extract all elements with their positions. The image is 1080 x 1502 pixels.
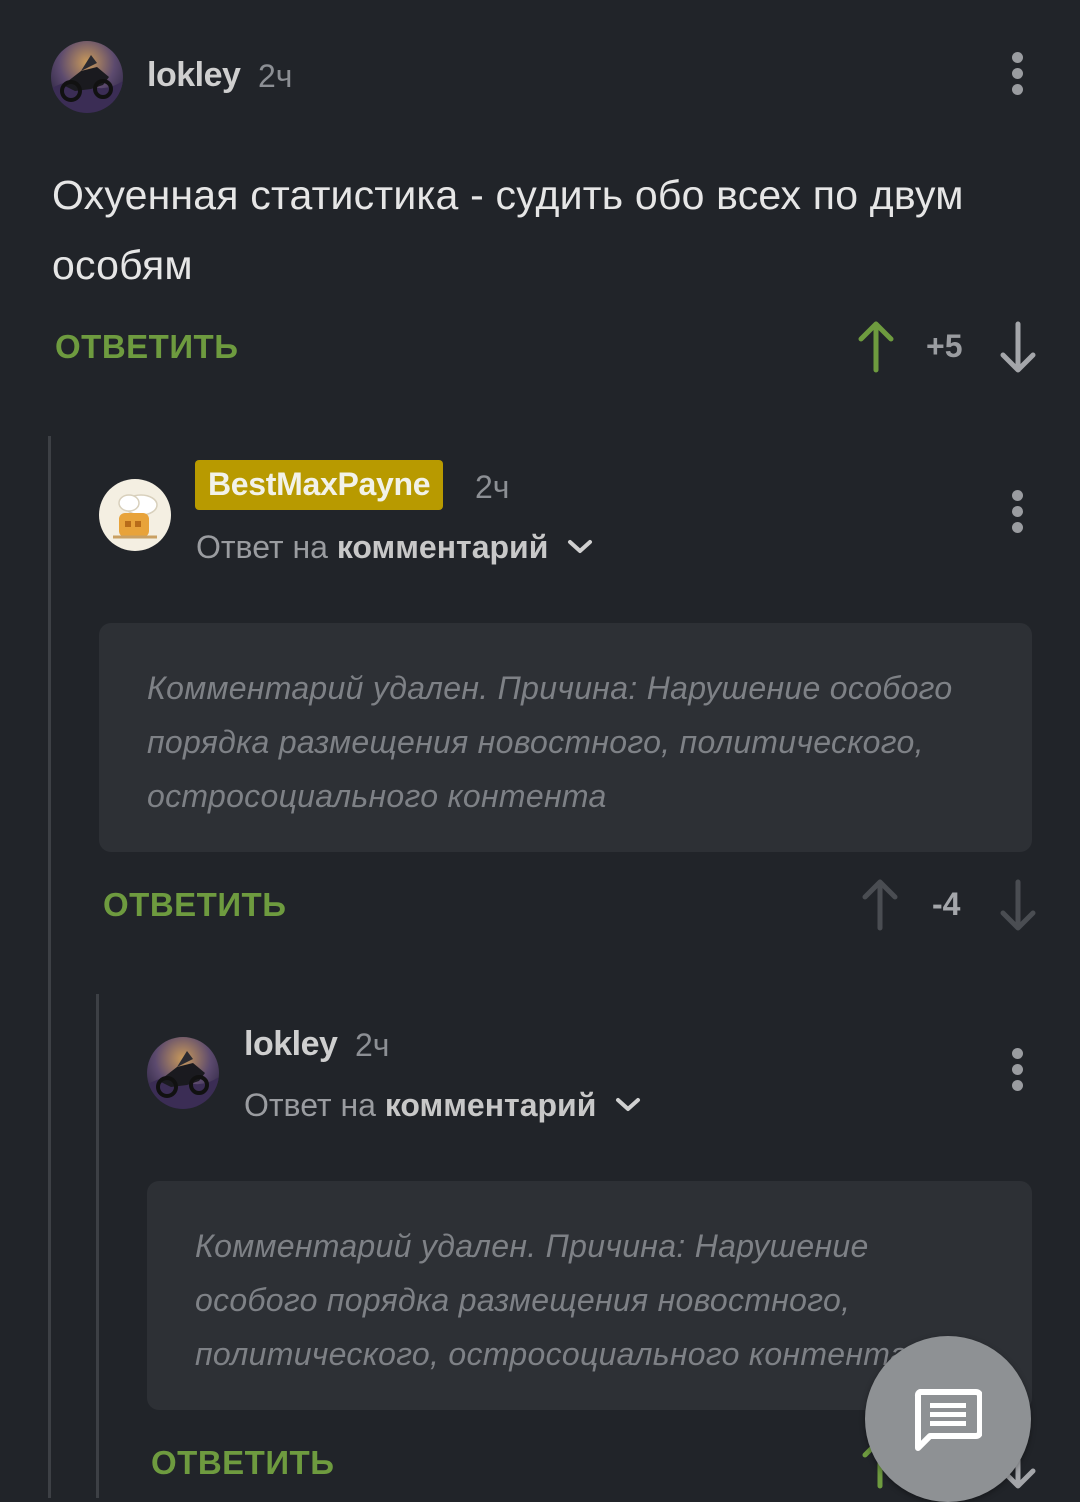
avatar[interactable] <box>51 41 123 113</box>
reply-to-prefix: Ответ на <box>244 1087 376 1123</box>
reply-button[interactable]: ОТВЕТИТЬ <box>55 328 238 366</box>
vote-score: -4 <box>932 886 961 922</box>
more-options-icon[interactable] <box>1003 488 1033 536</box>
reply-button[interactable]: ОТВЕТИТЬ <box>151 1444 334 1482</box>
more-options-icon[interactable] <box>1003 50 1033 98</box>
avatar[interactable] <box>147 1037 219 1109</box>
avatar[interactable] <box>99 479 171 551</box>
reply-to-link[interactable]: Ответ на комментарий <box>244 1087 641 1124</box>
reply-button[interactable]: ОТВЕТИТЬ <box>103 886 286 924</box>
comment-icon <box>914 1389 982 1451</box>
downvote-arrow-icon[interactable] <box>998 320 1038 374</box>
reply-to-link[interactable]: Ответ на комментарий <box>196 529 593 566</box>
motorcycle-avatar-icon <box>147 1037 219 1109</box>
thread-line-level-1 <box>48 436 51 1498</box>
username-badge[interactable]: BestMaxPayne <box>195 460 444 510</box>
deleted-comment-text: Комментарий удален. Причина: Нарушение о… <box>195 1228 908 1372</box>
username[interactable]: lokley <box>244 1025 338 1064</box>
cartoon-avatar-icon <box>99 479 171 551</box>
vote-score: +5 <box>926 328 963 364</box>
comment-text: Охуенная статистика - судить обо всех по… <box>52 172 964 288</box>
comment-time: 2ч <box>258 58 293 94</box>
upvote-arrow-icon[interactable] <box>856 320 896 374</box>
motorcycle-avatar-icon <box>51 41 123 113</box>
more-options-icon[interactable] <box>1003 1046 1033 1094</box>
thread-line-level-2 <box>96 994 99 1498</box>
comment-time: 2ч <box>475 469 510 505</box>
chevron-down-icon[interactable] <box>615 1097 641 1113</box>
deleted-comment-notice: Комментарий удален. Причина: Нарушение о… <box>99 623 1032 852</box>
write-comment-button[interactable] <box>865 1336 1031 1502</box>
comment-time: 2ч <box>355 1027 390 1063</box>
chevron-down-icon[interactable] <box>567 539 593 555</box>
reply-to-prefix: Ответ на <box>196 529 328 565</box>
upvote-arrow-icon[interactable] <box>860 878 900 932</box>
reply-to-target[interactable]: комментарий <box>337 529 549 565</box>
reply-to-target[interactable]: комментарий <box>385 1087 597 1123</box>
downvote-arrow-icon[interactable] <box>998 878 1038 932</box>
username[interactable]: lokley <box>147 56 241 95</box>
deleted-comment-text: Комментарий удален. Причина: Нарушение о… <box>147 670 953 814</box>
